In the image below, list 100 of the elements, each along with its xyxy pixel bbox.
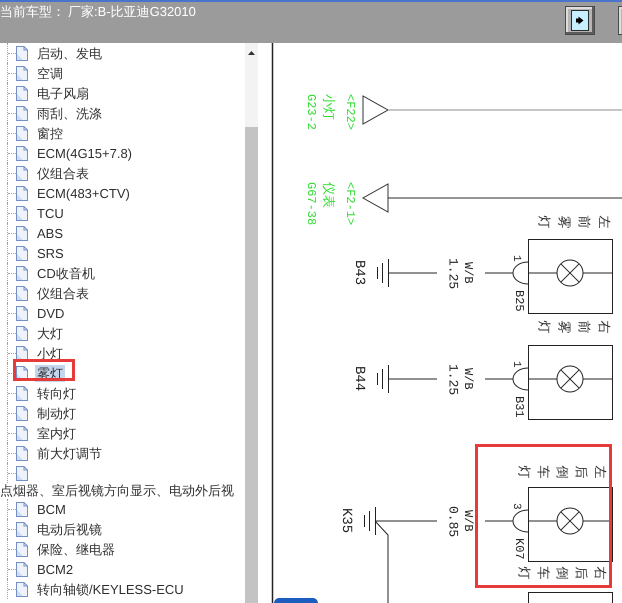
document-icon <box>16 346 28 360</box>
connector-triangle <box>362 183 388 213</box>
tree-item[interactable]: 转向灯 <box>35 384 78 402</box>
tree-item[interactable]: TCU <box>35 204 66 222</box>
pin-number: 3 <box>510 503 522 510</box>
pin-number: 1 <box>510 255 522 262</box>
wire <box>582 378 612 380</box>
connector-code: B25 <box>512 290 526 312</box>
tree-item[interactable]: 点烟器、室后视镜方向显示、电动外后视 <box>0 483 234 499</box>
document-icon <box>16 246 28 260</box>
tree-item[interactable]: ABS <box>35 224 66 242</box>
document-icon <box>16 146 28 160</box>
wire <box>528 272 558 274</box>
toolbar-button[interactable] <box>565 6 595 35</box>
wire <box>528 378 558 380</box>
wire <box>484 272 514 274</box>
document-icon <box>16 466 28 480</box>
lamp-label: 左前雾灯 <box>538 216 612 228</box>
tree-item[interactable]: 大灯 <box>35 324 65 342</box>
connector-pin <box>512 510 528 532</box>
tree-item[interactable]: 电动后视镜 <box>35 520 104 538</box>
tree-item[interactable]: 小灯 <box>35 344 65 362</box>
wire-color: W/B <box>461 262 475 284</box>
lamp-label: 右前雾灯 <box>538 320 612 334</box>
arrow-right-icon <box>571 10 589 31</box>
ground-code: B44 <box>351 366 367 392</box>
model-label: 当前车型： <box>0 3 65 21</box>
tree-item[interactable]: BCM2 <box>35 560 76 578</box>
pin-code: G67-38 <box>304 182 318 226</box>
tree-item[interactable]: 仪组合表 <box>35 284 91 302</box>
document-icon <box>16 306 28 320</box>
tree-item[interactable]: DVD <box>35 304 66 322</box>
document-icon <box>16 406 28 420</box>
tree-item[interactable]: 仪组合表 <box>35 164 91 182</box>
tree-item[interactable]: ECM(483+CTV) <box>35 184 132 202</box>
tree-item[interactable]: 转向轴锁/KEYLESS-ECU <box>35 580 186 598</box>
lamp-icon <box>556 366 584 392</box>
wire-gauge: 1.25 <box>446 258 460 290</box>
connector-code: K07 <box>512 538 526 560</box>
signal-name: 小灯 <box>322 94 336 120</box>
pin-number: 1 <box>510 361 522 368</box>
tree-item[interactable]: BCM <box>35 500 68 518</box>
document-icon <box>16 522 28 536</box>
document-icon <box>16 126 28 140</box>
document-icon <box>16 86 28 100</box>
document-icon <box>16 386 28 400</box>
connector-pin <box>512 262 528 284</box>
tree-item[interactable]: 室内灯 <box>35 424 78 442</box>
document-icon <box>16 206 28 220</box>
wire <box>582 272 612 274</box>
connector-pin <box>512 368 528 390</box>
wire <box>528 520 558 522</box>
ground-symbol <box>377 258 389 288</box>
pin-code: G23-2 <box>304 94 318 130</box>
document-icon <box>16 542 28 556</box>
tree-item[interactable]: 制动灯 <box>35 404 78 422</box>
tree-item[interactable]: 保险、继电器 <box>35 540 117 558</box>
lamp-label: 左后倒车灯 <box>518 466 608 478</box>
toolbar-button[interactable] <box>618 6 622 35</box>
lamp-label: 右后倒车灯 <box>518 566 608 580</box>
model-value: 厂家:B-比亚迪G32010 <box>68 3 196 21</box>
wire-color: W/B <box>461 510 475 532</box>
tree-item[interactable]: SRS <box>35 244 66 262</box>
lamp-icon <box>556 508 584 534</box>
wire <box>484 520 514 522</box>
document-icon <box>16 186 28 200</box>
tree-item[interactable]: 电子风扇 <box>35 84 91 102</box>
wire-color: W/B <box>461 368 475 390</box>
panel-tab[interactable] <box>274 598 318 603</box>
document-icon <box>16 66 28 80</box>
document-icon <box>16 326 28 340</box>
ground-symbol <box>377 364 389 394</box>
document-icon <box>16 46 28 60</box>
tree-item[interactable]: 窗控 <box>35 124 65 142</box>
document-icon <box>16 266 28 280</box>
connector-code: <F22> <box>343 94 357 130</box>
ground-symbol <box>364 506 376 536</box>
document-icon <box>16 446 28 460</box>
connector-code: <F2-1> <box>343 182 357 226</box>
tree-item[interactable]: 空调 <box>35 64 65 82</box>
document-icon <box>16 562 28 576</box>
tree-item[interactable]: 前大灯调节 <box>35 444 104 462</box>
tree-item[interactable]: CD收音机 <box>35 264 97 282</box>
ground-code: K35 <box>338 508 354 534</box>
document-icon <box>16 426 28 440</box>
document-icon <box>16 166 28 180</box>
connector-code: B31 <box>512 396 526 418</box>
wire <box>388 272 438 274</box>
ground-code: B43 <box>351 260 367 286</box>
wire-gauge: 0.85 <box>446 506 460 538</box>
tree-item[interactable]: 雨刮、洗涤 <box>35 104 104 122</box>
lamp-icon <box>556 260 584 286</box>
tree-item[interactable]: ECM(4G15+7.8) <box>35 144 134 162</box>
connector-triangle <box>362 95 390 125</box>
document-icon <box>16 502 28 516</box>
document-icon <box>16 286 28 300</box>
document-icon <box>16 226 28 240</box>
wire <box>388 378 438 380</box>
tree-item[interactable]: 启动、发电 <box>35 44 104 62</box>
arrow-up-icon <box>248 51 255 55</box>
